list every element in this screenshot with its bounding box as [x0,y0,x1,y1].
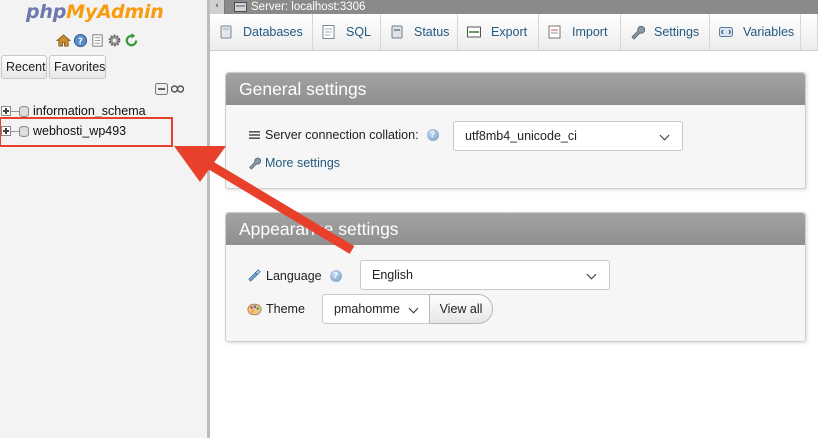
more-settings-link[interactable]: More settings [247,156,340,170]
tab-status[interactable]: Status [381,14,458,50]
server-link[interactable]: Server: localhost:3306 [251,1,365,14]
help-icon[interactable]: ? [329,269,342,282]
navigation-resizer[interactable] [207,0,210,438]
tab-settings[interactable]: Settings [621,14,710,50]
database-name[interactable]: information_schema [33,104,146,118]
link-icon[interactable] [171,83,184,95]
docs-icon[interactable] [90,33,105,48]
tree-tools [155,83,184,95]
chevron-down-icon [659,130,670,141]
phpmyadmin-logo[interactable]: phpMyAdmin [26,1,164,23]
status-icon [391,25,403,39]
main-tabs: Databases SQL Status Export Import Setti… [210,14,818,51]
tab-export[interactable]: Export [458,14,539,50]
collation-label: Server connection collation: [265,128,419,142]
theme-label-row: Theme [247,302,305,316]
home-icon[interactable] [56,33,71,48]
variables-icon [719,27,733,37]
collation-icon [249,131,260,139]
tab-databases[interactable]: Databases [210,14,313,50]
language-select[interactable]: English [360,260,610,290]
server-breadcrumb-bar: ‹ Server: localhost:3306 [210,0,818,14]
language-label: Language [266,268,322,283]
view-all-themes-button[interactable]: View all [429,294,493,324]
wrench-icon [631,25,645,40]
panel-title: Appearance settings [226,213,805,245]
tab-sql[interactable]: SQL [313,14,381,50]
settings-icon[interactable] [107,33,122,48]
breadcrumb: Server: localhost:3306 [234,0,365,14]
sql-icon [322,25,335,39]
tab-more[interactable] [801,14,818,50]
general-settings-panel: General settings Server connection colla… [225,72,806,189]
logout-icon[interactable]: ? [73,33,88,48]
panel-title: General settings [226,73,805,105]
quick-icons: ? [56,33,139,48]
collation-select[interactable]: utf8mb4_unicode_ci [453,121,683,151]
appearance-settings-panel: Appearance settings Language ? English T… [225,212,806,342]
navigation-panel: phpMyAdmin ? Recent Favorites informatio… [0,0,207,438]
import-icon [548,25,561,39]
language-label-row: Language ? [247,268,342,283]
server-icon [234,2,247,12]
theme-select[interactable]: pmahomme [322,294,430,324]
chevron-down-icon [408,303,419,314]
collapse-navigation-button[interactable]: ‹ [210,0,225,14]
theme-palette-icon [247,303,262,315]
database-icon [19,105,29,117]
chevron-down-icon [586,269,597,280]
wrench-icon [249,157,261,170]
export-icon [467,26,481,38]
collapse-all-icon[interactable] [155,83,168,95]
theme-label: Theme [266,302,305,316]
favorites-button[interactable]: Favorites [49,55,106,79]
collation-label-row: Server connection collation: ? [249,128,439,142]
help-icon[interactable]: ? [426,129,439,141]
tab-variables[interactable]: Variables [710,14,801,50]
svg-text:?: ? [78,36,83,46]
tab-import[interactable]: Import [539,14,621,50]
reload-icon[interactable] [124,33,139,48]
annotation-highlight-box [0,117,173,147]
recent-button[interactable]: Recent [1,55,47,79]
expand-icon[interactable] [1,106,11,116]
databases-icon [220,25,232,39]
language-icon [248,269,261,282]
